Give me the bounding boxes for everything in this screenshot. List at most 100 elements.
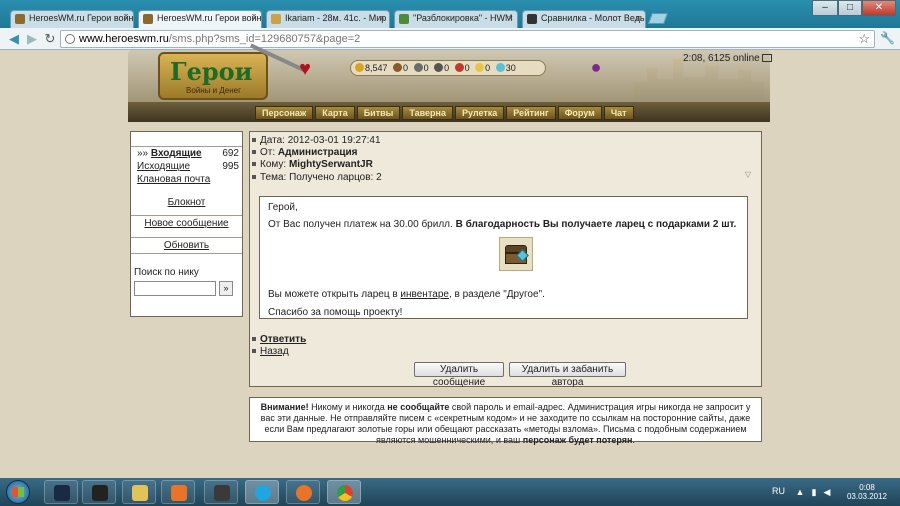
delete-message-button[interactable]: Удалить сообщение xyxy=(414,362,504,388)
delete-and-ban-button[interactable]: Удалить и забанить автора xyxy=(509,362,626,388)
security-warning: Внимание! Никому и никогда не сообщайте … xyxy=(249,397,762,445)
reply-link[interactable]: Ответить xyxy=(260,334,306,345)
new-message-link[interactable]: Новое сообщение xyxy=(131,216,242,231)
url-text: www.heroeswm.ru/sms.php?sms_id=129680757… xyxy=(79,33,360,45)
message-from-row: От: Администрация xyxy=(252,147,357,158)
sidebar-item-inbox[interactable]: »» Входящие 692 xyxy=(131,147,242,160)
inventory-link[interactable]: инвентаре xyxy=(400,289,449,300)
back-icon[interactable]: ◀ xyxy=(6,31,22,47)
media-player-icon xyxy=(171,485,187,501)
forward-icon[interactable]: ▶ xyxy=(24,31,40,47)
home-icon[interactable] xyxy=(761,54,772,62)
reply-row: Ответить xyxy=(252,334,306,345)
refresh-link[interactable]: Обновить xyxy=(131,238,242,253)
tab-title: Сравнилка - Молот Ведьм xyxy=(541,13,646,23)
tray-expand-icon[interactable]: ▲ xyxy=(795,487,805,497)
collapse-icon[interactable]: ▽ xyxy=(745,170,751,179)
browser-tab-bar: HeroesWM.ru Герои войны × HeroesWM.ru Ге… xyxy=(0,0,900,28)
back-row: Назад xyxy=(252,346,289,357)
sidebar-item-outbox[interactable]: Исходящие 995 xyxy=(131,160,242,173)
tab-close-icon[interactable]: × xyxy=(508,13,513,23)
maximize-button[interactable]: □ xyxy=(838,0,862,16)
inbox-count: 692 xyxy=(222,148,239,159)
address-bar[interactable]: www.heroeswm.ru/sms.php?sms_id=129680757… xyxy=(60,30,875,48)
speaker-icon[interactable]: ◀ xyxy=(822,487,832,497)
tab-close-icon[interactable]: × xyxy=(380,13,385,23)
warning-part2: не сообщайте xyxy=(387,402,450,412)
sidebar-item-clan-mail[interactable]: Клановая почта xyxy=(131,173,242,186)
resource-value: 8,547 xyxy=(365,63,388,73)
bullet-icon xyxy=(252,138,256,142)
minimize-button[interactable]: – xyxy=(812,0,838,16)
subject-label: Тема: xyxy=(260,172,287,183)
resource-value: 0 xyxy=(423,63,429,73)
nick-search-input[interactable] xyxy=(134,281,216,296)
search-submit-button[interactable]: » xyxy=(219,281,233,296)
to-value[interactable]: MightySerwantJR xyxy=(289,159,373,170)
league-app-icon xyxy=(54,485,70,501)
menu-item-tavern[interactable]: Таверна xyxy=(402,106,453,120)
reload-icon[interactable]: ↻ xyxy=(42,31,58,47)
tab-close-icon[interactable]: × xyxy=(124,13,129,23)
outbox-label: Исходящие xyxy=(137,161,191,172)
browser-tab[interactable]: Сравнилка - Молот Ведьм × xyxy=(522,10,646,28)
menu-item-forum[interactable]: Форум xyxy=(557,106,602,120)
back-link[interactable]: Назад xyxy=(260,346,289,357)
bullet-icon xyxy=(252,349,256,353)
screenshot-app[interactable] xyxy=(82,480,116,504)
browser-toolbar: ◀ ▶ ↻ www.heroeswm.ru/sms.php?sms_id=129… xyxy=(0,28,900,50)
open-chest-line: Вы можете открыть ларец в инвентаре, в р… xyxy=(268,289,545,300)
menu-item-chat[interactable]: Чат xyxy=(603,106,634,120)
browser-tab[interactable]: Ikariam - 28м. 41с. - Мир × xyxy=(266,10,390,28)
tab-close-icon[interactable]: × xyxy=(636,13,641,23)
game-logo[interactable]: Герои Войны и Денег xyxy=(158,52,268,100)
close-window-button[interactable]: ✕ xyxy=(862,0,896,16)
divider xyxy=(131,253,242,254)
resource-bar: 8,547 0 0 0 0 0 30 xyxy=(350,60,546,76)
tab-favicon-icon xyxy=(15,14,25,24)
chrome-app[interactable] xyxy=(327,480,361,504)
clan-mail-label: Клановая почта xyxy=(137,174,211,185)
message-body: Герой, От Вас получен платеж на 30.00 бр… xyxy=(259,196,748,319)
league-app[interactable] xyxy=(44,480,78,504)
browser-tab[interactable]: "Разблокировка" - HWM × xyxy=(394,10,518,28)
resource-value: 0 xyxy=(464,63,470,73)
tab-close-icon[interactable]: × xyxy=(252,13,257,23)
browser-tab-active[interactable]: HeroesWM.ru Герои войны × xyxy=(138,10,262,28)
tab-title: HeroesWM.ru Герои войны xyxy=(29,13,134,23)
url-host: www.heroeswm.ru xyxy=(79,33,169,45)
warning-lead: Внимание! xyxy=(260,402,309,412)
media-player-app[interactable] xyxy=(161,480,195,504)
menu-item-rating[interactable]: Рейтинг xyxy=(506,106,556,120)
star-icon[interactable]: ☆ xyxy=(858,31,870,47)
menu-item-map[interactable]: Карта xyxy=(315,106,355,120)
start-button[interactable] xyxy=(6,480,30,504)
resource-value: 0 xyxy=(403,63,409,73)
warning-part4: персонаж будет потерян xyxy=(522,435,633,445)
explorer-app[interactable] xyxy=(122,480,156,504)
menu-item-character[interactable]: Персонаж xyxy=(255,106,314,120)
folder-icon xyxy=(132,485,148,501)
skype-app[interactable] xyxy=(245,480,279,504)
menu-item-battles[interactable]: Битвы xyxy=(356,106,401,120)
tab-favicon-icon xyxy=(271,14,281,24)
clock-date: 03.03.2012 xyxy=(846,492,888,501)
to-label: Кому: xyxy=(260,159,287,170)
heart-icon[interactable]: ♥ xyxy=(294,58,316,80)
sulfur-icon xyxy=(475,63,485,72)
network-icon[interactable]: ▮ xyxy=(809,487,819,497)
system-clock[interactable]: 0:08 03.03.2012 xyxy=(845,483,889,501)
new-tab-button[interactable] xyxy=(647,13,669,24)
potion-icon[interactable]: ● xyxy=(586,56,606,78)
language-indicator[interactable]: RU xyxy=(772,486,785,496)
world-of-tanks-app[interactable] xyxy=(204,480,238,504)
message-subject-row: Тема: Получено ларцов: 2 xyxy=(252,172,382,183)
wrench-icon[interactable]: 🔧 xyxy=(880,31,895,45)
notepad-link[interactable]: Блокнот xyxy=(131,195,242,210)
diamond-icon xyxy=(495,63,505,72)
online-status: 2:08, 6125 online xyxy=(683,53,772,64)
browser-tab[interactable]: HeroesWM.ru Герои войны × xyxy=(10,10,134,28)
windows-taskbar: RU ▲ ▮ ◀ 0:08 03.03.2012 xyxy=(0,478,900,506)
menu-item-roulette[interactable]: Рулетка xyxy=(454,106,505,120)
firefox-app[interactable] xyxy=(286,480,320,504)
